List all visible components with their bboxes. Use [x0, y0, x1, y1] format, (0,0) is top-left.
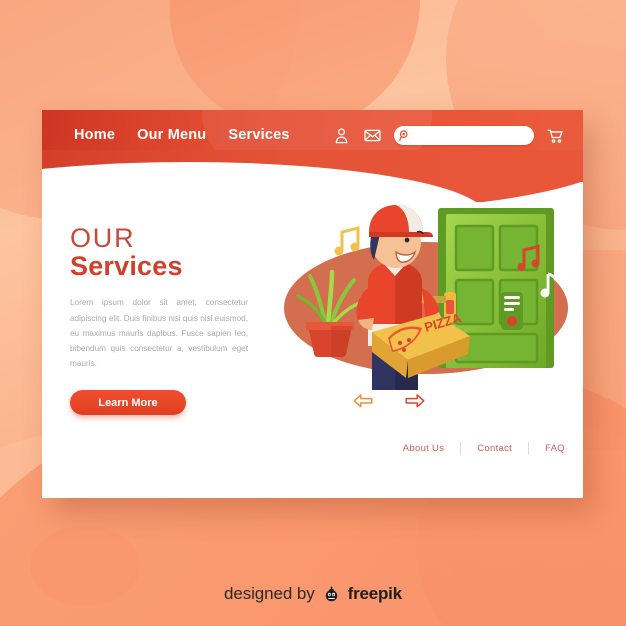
hero-text-column: OUR Services Lorem ipsum dolor sit amet,… — [42, 202, 274, 498]
nav-links: Home Our Menu Services — [74, 127, 290, 143]
navigation-bar: Home Our Menu Services — [42, 110, 583, 160]
credit-prefix: designed by — [224, 584, 315, 603]
hero-heading-top: OUR — [70, 223, 136, 253]
learn-more-button[interactable]: Learn More — [70, 390, 186, 416]
search-icon — [398, 129, 411, 142]
freepik-bee-logo-icon — [322, 585, 341, 604]
footer-links: About Us Contact FAQ — [403, 442, 565, 455]
arrow-left-icon[interactable] — [352, 392, 374, 410]
hero-heading-main: Services — [70, 251, 183, 282]
hero-illustration-column: PIZZA About Us Contact FAQ — [274, 202, 583, 498]
page-stage: Home Our Menu Services OUR Services Lore… — [0, 0, 626, 626]
landing-page-card: Home Our Menu Services OUR Services Lore… — [42, 110, 583, 498]
freepik-credit: designed by freepik — [0, 584, 626, 604]
doorbell-illustration — [501, 292, 523, 330]
footer-link-about-us[interactable]: About Us — [403, 443, 444, 454]
footer-separator — [460, 442, 462, 455]
hero-paragraph: Lorem ipsum dolor sit amet, consectetur … — [70, 298, 248, 369]
envelope-icon[interactable] — [363, 126, 382, 145]
footer-link-faq[interactable]: FAQ — [545, 443, 565, 454]
cart-icon[interactable] — [546, 126, 565, 145]
arrow-right-icon[interactable] — [404, 392, 426, 410]
nav-link-home[interactable]: Home — [74, 127, 115, 143]
nav-actions — [332, 125, 565, 145]
nav-link-services[interactable]: Services — [228, 127, 289, 143]
footer-link-contact[interactable]: Contact — [477, 443, 512, 454]
page-body: OUR Services Lorem ipsum dolor sit amet,… — [42, 202, 583, 498]
nav-link-our-menu[interactable]: Our Menu — [137, 127, 206, 143]
credit-brand: freepik — [347, 584, 403, 603]
search-input[interactable] — [414, 129, 530, 141]
music-notes-left — [334, 226, 360, 256]
carousel-arrows — [352, 392, 426, 410]
pizza-delivery-illustration: PIZZA — [284, 205, 568, 390]
search-box[interactable] — [394, 125, 534, 145]
user-icon[interactable] — [332, 126, 351, 145]
footer-separator — [528, 442, 530, 455]
